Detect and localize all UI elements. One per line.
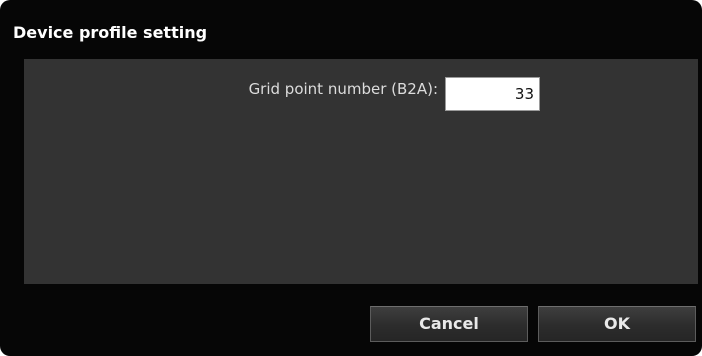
dialog-title: Device profile setting bbox=[13, 23, 208, 42]
grid-point-number-label: Grid point number (B2A): bbox=[248, 80, 438, 98]
device-profile-dialog: Device profile setting Grid point number… bbox=[0, 0, 702, 356]
cancel-button[interactable]: Cancel bbox=[370, 306, 528, 342]
settings-panel: Grid point number (B2A): bbox=[24, 59, 698, 284]
grid-point-number-input[interactable] bbox=[445, 77, 540, 111]
ok-button[interactable]: OK bbox=[538, 306, 696, 342]
